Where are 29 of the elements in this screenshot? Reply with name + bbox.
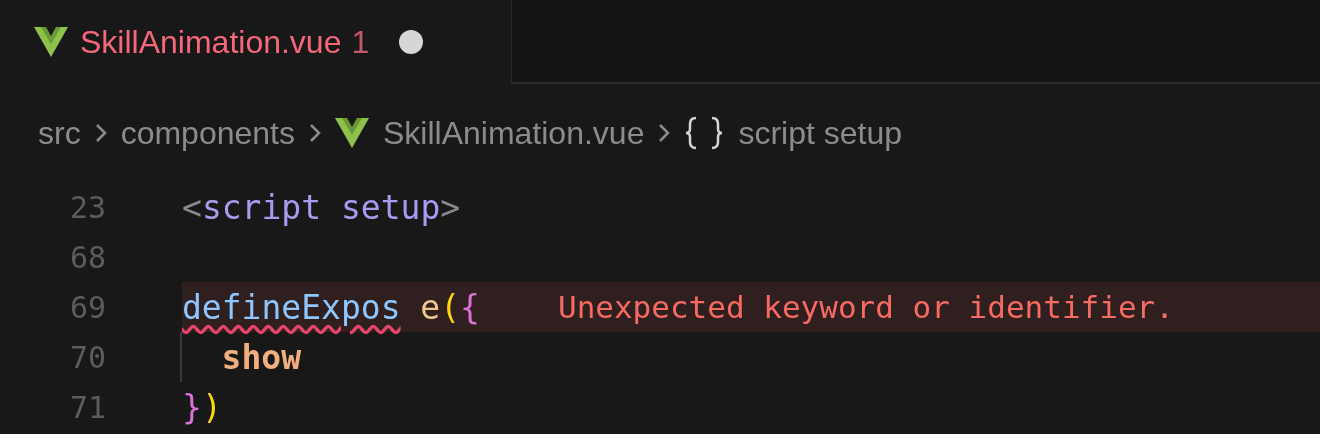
code-token: defineExpos bbox=[182, 287, 401, 327]
code-token: e bbox=[420, 287, 441, 327]
error-message: Unexpected keyword or identifier. bbox=[557, 289, 1174, 325]
chevron-right-icon bbox=[309, 123, 321, 143]
code-token: script setup bbox=[201, 187, 441, 227]
chevron-right-icon bbox=[94, 123, 107, 143]
tab-title: SkillAnimation.vue bbox=[80, 23, 342, 61]
code-token: ) bbox=[201, 387, 222, 427]
code-token: } bbox=[182, 387, 202, 427]
line-number: 68 bbox=[68, 239, 106, 275]
line-number: 70 bbox=[68, 339, 106, 375]
code-token: > bbox=[440, 187, 461, 227]
code-token: show bbox=[221, 337, 302, 377]
braces-icon bbox=[684, 116, 725, 150]
line-number: 23 bbox=[68, 189, 106, 225]
breadcrumb-item[interactable]: src bbox=[38, 114, 81, 152]
problem-count: 1 bbox=[351, 23, 370, 61]
line-number: 69 bbox=[68, 289, 106, 325]
breadcrumb-item[interactable]: script setup bbox=[738, 114, 903, 152]
vue-logo-icon bbox=[34, 27, 68, 57]
code-token: { bbox=[460, 287, 480, 327]
editor-tab[interactable]: SkillAnimation.vue 1 bbox=[0, 0, 512, 84]
line-number: 71 bbox=[68, 389, 106, 425]
code-token: ( bbox=[440, 287, 461, 327]
breadcrumb-item[interactable]: SkillAnimation.vue bbox=[383, 114, 645, 152]
vue-logo-icon bbox=[335, 118, 369, 148]
chevron-right-icon bbox=[658, 123, 671, 143]
code-token: < bbox=[182, 187, 202, 227]
breadcrumb-item[interactable]: components bbox=[120, 114, 295, 152]
